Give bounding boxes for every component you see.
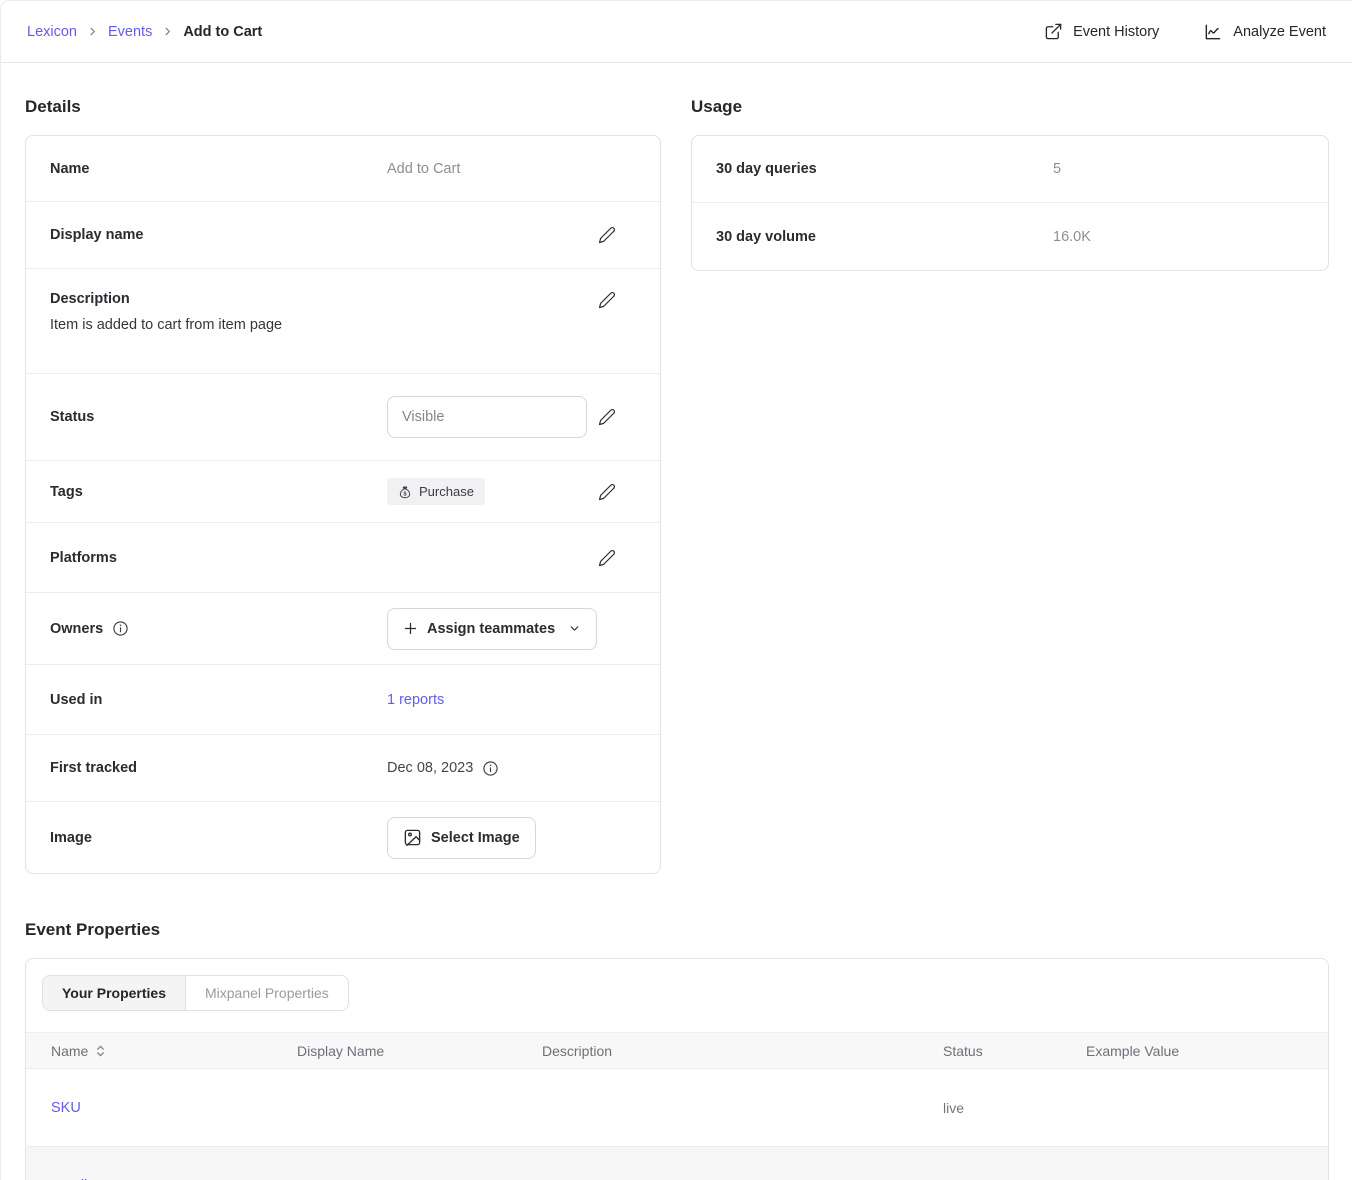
main-content: Details Name Add to Cart Display name [1, 63, 1352, 1180]
description-label: Description [50, 291, 387, 307]
assign-teammates-button[interactable]: Assign teammates [387, 608, 597, 650]
info-icon [482, 760, 499, 777]
lexicon-event-page: Lexicon Events Add to Cart Event History [0, 0, 1352, 1180]
event-history-button[interactable]: Event History [1044, 22, 1159, 41]
property-status: live [943, 1100, 1086, 1116]
event-history-label: Event History [1073, 24, 1159, 40]
edit-description-button[interactable] [598, 291, 616, 309]
usage-card: 30 day queries 5 30 day volume 16.0K [691, 135, 1329, 271]
assign-teammates-label: Assign teammates [427, 621, 555, 637]
description-text: Item is added to cart from item page [50, 317, 530, 333]
svg-text:$: $ [403, 491, 406, 497]
tag-label: Purchase [419, 484, 474, 499]
edit-display-name-button[interactable] [598, 226, 616, 244]
column-header-example-value: Example Value [1086, 1043, 1328, 1059]
owners-info-button[interactable] [112, 620, 129, 637]
properties-tabs: Your Properties Mixpanel Properties [42, 975, 349, 1011]
event-properties-section: Event Properties Your Properties Mixpane… [25, 916, 1329, 1180]
tab-your-properties[interactable]: Your Properties [43, 976, 186, 1010]
tag-chip-purchase: $ Purchase [387, 478, 485, 505]
detail-row-description: Description Item is added to cart from i… [26, 269, 660, 374]
details-section: Details Name Add to Cart Display name [25, 93, 661, 874]
tags-label: Tags [50, 484, 387, 500]
first-tracked-label: First tracked [50, 760, 387, 776]
name-value: Add to Cart [387, 161, 460, 177]
detail-row-name: Name Add to Cart [26, 136, 660, 202]
first-tracked-date: Dec 08, 2023 [387, 760, 473, 776]
property-name-link[interactable]: SKU [51, 1100, 81, 1116]
header-actions: Event History Analyze Event [1044, 22, 1326, 42]
tab-mixpanel-properties[interactable]: Mixpanel Properties [186, 976, 348, 1010]
edit-tags-button[interactable] [598, 483, 616, 501]
pencil-icon [598, 483, 616, 501]
queries-value: 5 [1053, 161, 1061, 177]
column-header-display-name: Display Name [297, 1043, 542, 1059]
volume-value: 16.0K [1053, 229, 1091, 245]
breadcrumb-current-event: Add to Cart [183, 24, 262, 40]
detail-row-status: Status [26, 374, 660, 461]
money-bag-icon: $ [398, 485, 412, 499]
usage-row-volume: 30 day volume 16.0K [692, 203, 1328, 270]
detail-row-platforms: Platforms [26, 523, 660, 593]
name-column-label: Name [51, 1043, 88, 1059]
first-tracked-info-button[interactable] [482, 760, 499, 777]
event-properties-card: Your Properties Mixpanel Properties Name… [25, 958, 1329, 1180]
used-in-reports-link[interactable]: 1 reports [387, 692, 444, 708]
usage-row-queries: 30 day queries 5 [692, 136, 1328, 203]
event-properties-title: Event Properties [25, 920, 1329, 940]
analyze-event-button[interactable]: Analyze Event [1203, 22, 1326, 42]
detail-row-used-in: Used in 1 reports [26, 665, 660, 735]
volume-label: 30 day volume [716, 229, 1053, 245]
first-tracked-value: Dec 08, 2023 [387, 760, 499, 777]
chevron-right-icon [162, 26, 173, 37]
used-in-label: Used in [50, 692, 387, 708]
breadcrumb: Lexicon Events Add to Cart [27, 24, 262, 40]
properties-table-header: Name Display Name Description Status Exa… [26, 1032, 1328, 1069]
pencil-icon [598, 226, 616, 244]
pencil-icon [598, 291, 616, 309]
breadcrumb-lexicon[interactable]: Lexicon [27, 24, 77, 40]
breadcrumb-events[interactable]: Events [108, 24, 152, 40]
detail-row-image: Image Select Image [26, 802, 660, 873]
detail-row-owners: Owners Assign teammates [26, 593, 660, 665]
info-icon [112, 620, 129, 637]
column-header-name[interactable]: Name [51, 1043, 297, 1059]
select-image-label: Select Image [431, 830, 520, 846]
sort-icon [95, 1044, 106, 1058]
page-header: Lexicon Events Add to Cart Event History [1, 1, 1352, 63]
owners-label-text: Owners [50, 621, 103, 637]
detail-row-tags: Tags $ Purchase [26, 461, 660, 523]
platforms-label: Platforms [50, 550, 387, 566]
chevron-right-icon [87, 26, 98, 37]
plus-icon [403, 621, 418, 636]
detail-row-display-name: Display name [26, 202, 660, 269]
pencil-icon [598, 549, 616, 567]
external-link-icon [1044, 22, 1063, 41]
usage-section: Usage 30 day queries 5 30 day volume 16.… [691, 93, 1329, 271]
edit-platforms-button[interactable] [598, 549, 616, 567]
analyze-event-label: Analyze Event [1233, 24, 1326, 40]
select-image-button[interactable]: Select Image [387, 817, 536, 859]
property-row-scroll[interactable]: Scroll % live [26, 1147, 1328, 1180]
usage-title: Usage [691, 97, 1329, 117]
column-header-status: Status [943, 1043, 1086, 1059]
display-name-label: Display name [50, 227, 387, 243]
image-label: Image [50, 830, 387, 846]
detail-row-first-tracked: First tracked Dec 08, 2023 [26, 735, 660, 802]
pencil-icon [598, 408, 616, 426]
owners-label: Owners [50, 620, 387, 637]
status-input[interactable] [387, 396, 587, 438]
name-label: Name [50, 161, 387, 177]
chevron-down-icon [568, 622, 581, 635]
edit-status-button[interactable] [598, 408, 616, 426]
property-row-sku[interactable]: SKU live [26, 1069, 1328, 1147]
status-label: Status [50, 409, 387, 425]
details-title: Details [25, 97, 661, 117]
queries-label: 30 day queries [716, 161, 1053, 177]
line-chart-icon [1203, 22, 1223, 42]
column-header-description: Description [542, 1043, 943, 1059]
description-stack: Description Item is added to cart from i… [50, 291, 530, 333]
image-icon [403, 828, 422, 847]
details-card: Name Add to Cart Display name Descriptio… [25, 135, 661, 874]
